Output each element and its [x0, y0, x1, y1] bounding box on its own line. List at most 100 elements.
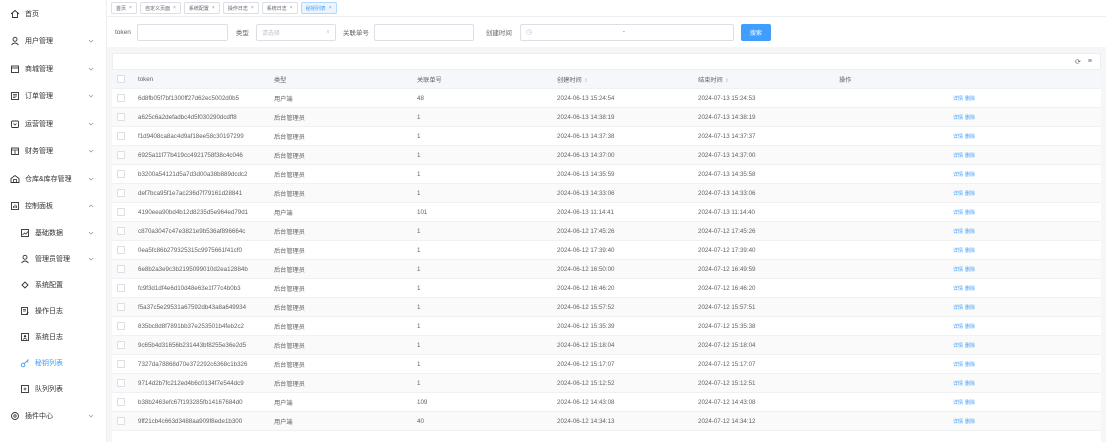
select-all-checkbox[interactable]	[117, 75, 125, 83]
tab-0[interactable]: 首页 ×	[111, 2, 137, 14]
sidebar-item-label: 插件中心	[25, 412, 53, 420]
detail-link[interactable]: 详情	[953, 96, 963, 102]
detail-link[interactable]: 详情	[953, 381, 963, 387]
tab-3[interactable]: 操作日志 ×	[222, 2, 259, 14]
sidebar-item-label: 操作日志	[35, 308, 63, 315]
sidebar-item-order[interactable]: 订单管理	[0, 83, 106, 111]
row-checkbox[interactable]	[117, 322, 125, 330]
row-checkbox[interactable]	[117, 417, 125, 425]
row-checkbox[interactable]	[117, 341, 125, 349]
close-icon[interactable]: ×	[329, 5, 332, 11]
row-checkbox[interactable]	[117, 360, 125, 368]
detail-link[interactable]: 详情	[953, 343, 963, 349]
tab-5[interactable]: 秘钥列表 ×	[300, 2, 337, 14]
chevron-down-icon	[88, 121, 94, 127]
row-checkbox[interactable]	[117, 227, 125, 235]
sort-icon[interactable]: ⇕	[584, 78, 588, 84]
row-checkbox[interactable]	[117, 113, 125, 121]
delete-link[interactable]: 删除	[965, 324, 975, 330]
detail-link[interactable]: 详情	[953, 153, 963, 159]
sidebar-item-operation[interactable]: 运营管理	[0, 110, 106, 138]
delete-link[interactable]: 删除	[965, 96, 975, 102]
delete-link[interactable]: 删除	[965, 153, 975, 159]
detail-link[interactable]: 详情	[953, 400, 963, 406]
row-checkbox[interactable]	[117, 189, 125, 197]
order-input[interactable]	[373, 23, 474, 41]
tab-2[interactable]: 系统配置 ×	[183, 2, 220, 14]
search-button[interactable]: 搜索	[740, 23, 771, 41]
row-checkbox[interactable]	[117, 94, 125, 102]
delete-link[interactable]: 删除	[965, 362, 975, 368]
detail-link[interactable]: 详情	[953, 172, 963, 178]
row-checkbox[interactable]	[117, 208, 125, 216]
detail-link[interactable]: 详情	[953, 210, 963, 216]
sidebar-item-key[interactable]: 秘钥列表	[0, 350, 106, 376]
close-icon[interactable]: ×	[173, 5, 176, 11]
row-checkbox[interactable]	[117, 379, 125, 387]
row-checkbox[interactable]	[117, 284, 125, 292]
detail-link[interactable]: 详情	[953, 267, 963, 273]
detail-link[interactable]: 详情	[953, 362, 963, 368]
sidebar-item-data[interactable]: 基础数据	[0, 220, 106, 246]
sidebar-item-admin[interactable]: 管理员管理	[0, 246, 106, 272]
delete-link[interactable]: 删除	[965, 286, 975, 292]
sidebar-item-home[interactable]: 首页	[0, 0, 106, 28]
close-icon[interactable]: ×	[290, 5, 293, 11]
sidebar-item-queue[interactable]: 队列列表	[0, 376, 106, 402]
detail-link[interactable]: 详情	[953, 115, 963, 121]
detail-link[interactable]: 详情	[953, 134, 963, 140]
row-checkbox[interactable]	[117, 151, 125, 159]
cell-created: 2024-06-12 15:12:52	[557, 373, 698, 393]
row-checkbox[interactable]	[117, 132, 125, 140]
detail-link[interactable]: 详情	[953, 191, 963, 197]
sidebar-item-shop[interactable]: 商城管理	[0, 55, 106, 83]
detail-link[interactable]: 详情	[953, 229, 963, 235]
delete-link[interactable]: 删除	[965, 248, 975, 254]
detail-link[interactable]: 详情	[953, 248, 963, 254]
col-header-created[interactable]: 创建时间 ⇕	[557, 70, 698, 89]
delete-link[interactable]: 删除	[965, 134, 975, 140]
detail-link[interactable]: 详情	[953, 324, 963, 330]
time-range-picker[interactable]: ◷ -	[519, 23, 734, 41]
sidebar-item-finance[interactable]: 财务管理	[0, 138, 106, 166]
delete-link[interactable]: 删除	[965, 343, 975, 349]
sidebar-item-warehouse[interactable]: 仓库&库存管理	[0, 165, 106, 193]
delete-link[interactable]: 删除	[965, 172, 975, 178]
sidebar-item-dashboard[interactable]: 控制面板	[0, 193, 106, 221]
close-icon[interactable]: ×	[129, 5, 132, 11]
tab-1[interactable]: 自定义页面 ×	[139, 2, 181, 14]
sidebar-item-plugin[interactable]: 插件中心	[0, 402, 106, 430]
table-row: 6d8fb05f7bf1300ff27d62ec5002d0b5 用户端 48 202…	[112, 88, 1101, 108]
close-icon[interactable]: ×	[251, 5, 254, 11]
delete-link[interactable]: 删除	[965, 419, 975, 425]
detail-link[interactable]: 详情	[953, 305, 963, 311]
delete-link[interactable]: 删除	[965, 381, 975, 387]
sort-icon[interactable]: ⇕	[725, 78, 729, 84]
col-header-ended[interactable]: 结束时间 ⇕	[698, 70, 839, 89]
token-input[interactable]	[136, 23, 228, 41]
row-checkbox[interactable]	[117, 170, 125, 178]
delete-link[interactable]: 删除	[965, 267, 975, 273]
row-checkbox[interactable]	[117, 265, 125, 273]
delete-link[interactable]: 删除	[965, 191, 975, 197]
sidebar-item-config[interactable]: 系统配置	[0, 272, 106, 298]
delete-link[interactable]: 删除	[965, 115, 975, 121]
row-checkbox[interactable]	[117, 398, 125, 406]
refresh-icon[interactable]: ⟳	[1075, 58, 1081, 66]
filter-icon[interactable]: ≡	[1088, 58, 1092, 65]
detail-link[interactable]: 详情	[953, 286, 963, 292]
cell-token: a625c6a2defadbc4d5f030290dcdff8	[134, 107, 274, 127]
delete-link[interactable]: 删除	[965, 305, 975, 311]
sidebar-item-system-log[interactable]: 系统日志	[0, 324, 106, 350]
delete-link[interactable]: 删除	[965, 229, 975, 235]
detail-link[interactable]: 详情	[953, 419, 963, 425]
row-checkbox[interactable]	[117, 246, 125, 254]
row-checkbox[interactable]	[117, 303, 125, 311]
sidebar-item-operation-log[interactable]: 操作日志	[0, 298, 106, 324]
close-icon[interactable]: ×	[212, 5, 215, 11]
delete-link[interactable]: 删除	[965, 210, 975, 216]
type-select[interactable]: 请选择 ∨	[255, 23, 336, 41]
delete-link[interactable]: 删除	[965, 400, 975, 406]
tab-4[interactable]: 系统日志 ×	[261, 2, 298, 14]
sidebar-item-user[interactable]: 用户管理	[0, 28, 106, 56]
